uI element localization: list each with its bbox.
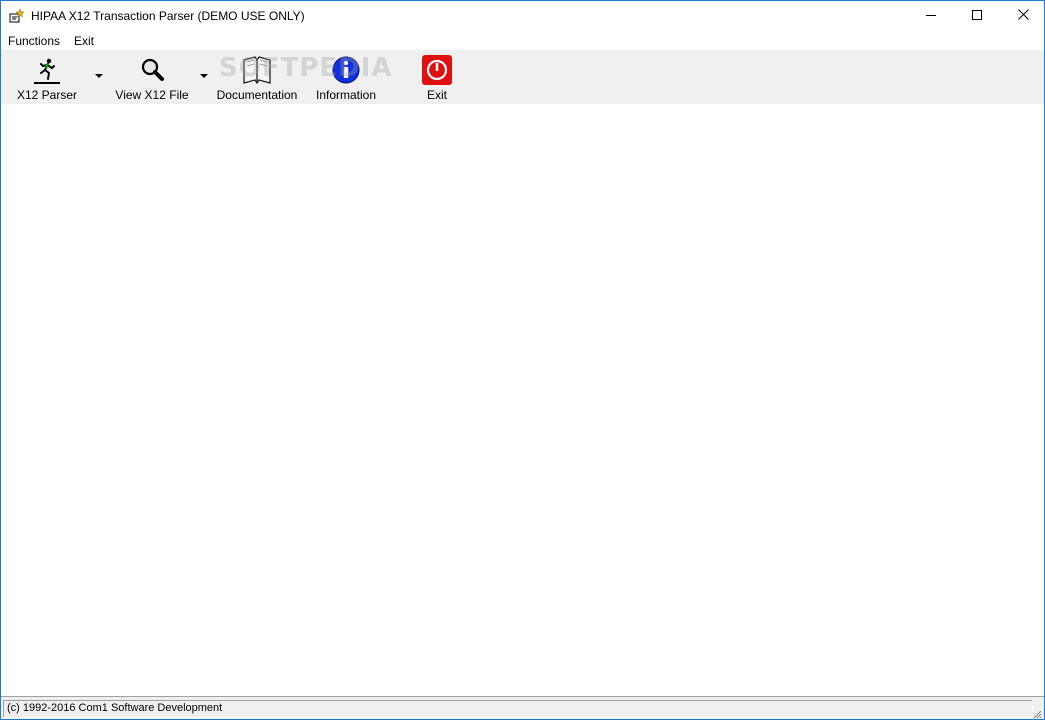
app-icon[interactable] bbox=[8, 8, 25, 24]
x12-parser-label: X12 Parser bbox=[16, 88, 78, 102]
status-panel: (c) 1992-2016 Com1 Software Development bbox=[3, 700, 1033, 718]
maximize-icon bbox=[972, 9, 982, 23]
app-window: HIPAA X12 Transaction Parser (DEMO USE O… bbox=[0, 0, 1045, 720]
x12-parser-button[interactable]: X12 Parser bbox=[13, 50, 81, 104]
status-text: (c) 1992-2016 Com1 Software Development bbox=[7, 702, 223, 714]
exit-button[interactable]: Exit bbox=[411, 50, 463, 104]
view-x12-file-dropdown-arrow[interactable] bbox=[200, 74, 208, 78]
running-man-icon bbox=[31, 54, 63, 86]
title-bar[interactable]: HIPAA X12 Transaction Parser (DEMO USE O… bbox=[1, 1, 1044, 31]
main-content-area bbox=[1, 104, 1044, 695]
exit-label: Exit bbox=[426, 88, 447, 102]
documentation-label: Documentation bbox=[216, 88, 298, 102]
toolbar: X12 Parser View X12 File Documentation I… bbox=[1, 50, 1044, 104]
x12-parser-dropdown-arrow[interactable] bbox=[95, 74, 103, 78]
magnifier-icon bbox=[136, 54, 168, 86]
minimize-icon bbox=[926, 9, 936, 23]
view-x12-file-button[interactable]: View X12 File bbox=[113, 50, 191, 104]
window-title: HIPAA X12 Transaction Parser (DEMO USE O… bbox=[31, 9, 305, 23]
status-bar: (c) 1992-2016 Com1 Software Development bbox=[1, 696, 1044, 719]
power-icon bbox=[421, 54, 453, 86]
menu-exit[interactable]: Exit bbox=[74, 34, 94, 48]
minimize-button[interactable] bbox=[908, 1, 954, 31]
view-x12-file-label: View X12 File bbox=[115, 88, 189, 102]
menu-functions[interactable]: Functions bbox=[8, 34, 60, 48]
close-button[interactable] bbox=[1000, 1, 1044, 31]
close-icon bbox=[1017, 9, 1029, 23]
menu-bar: Functions Exit bbox=[1, 32, 1044, 50]
softpedia-watermark: SOFTPEDIA bbox=[219, 53, 393, 83]
maximize-button[interactable] bbox=[954, 1, 1000, 31]
resize-grip-icon[interactable] bbox=[1032, 708, 1042, 719]
information-label: Information bbox=[315, 88, 377, 102]
